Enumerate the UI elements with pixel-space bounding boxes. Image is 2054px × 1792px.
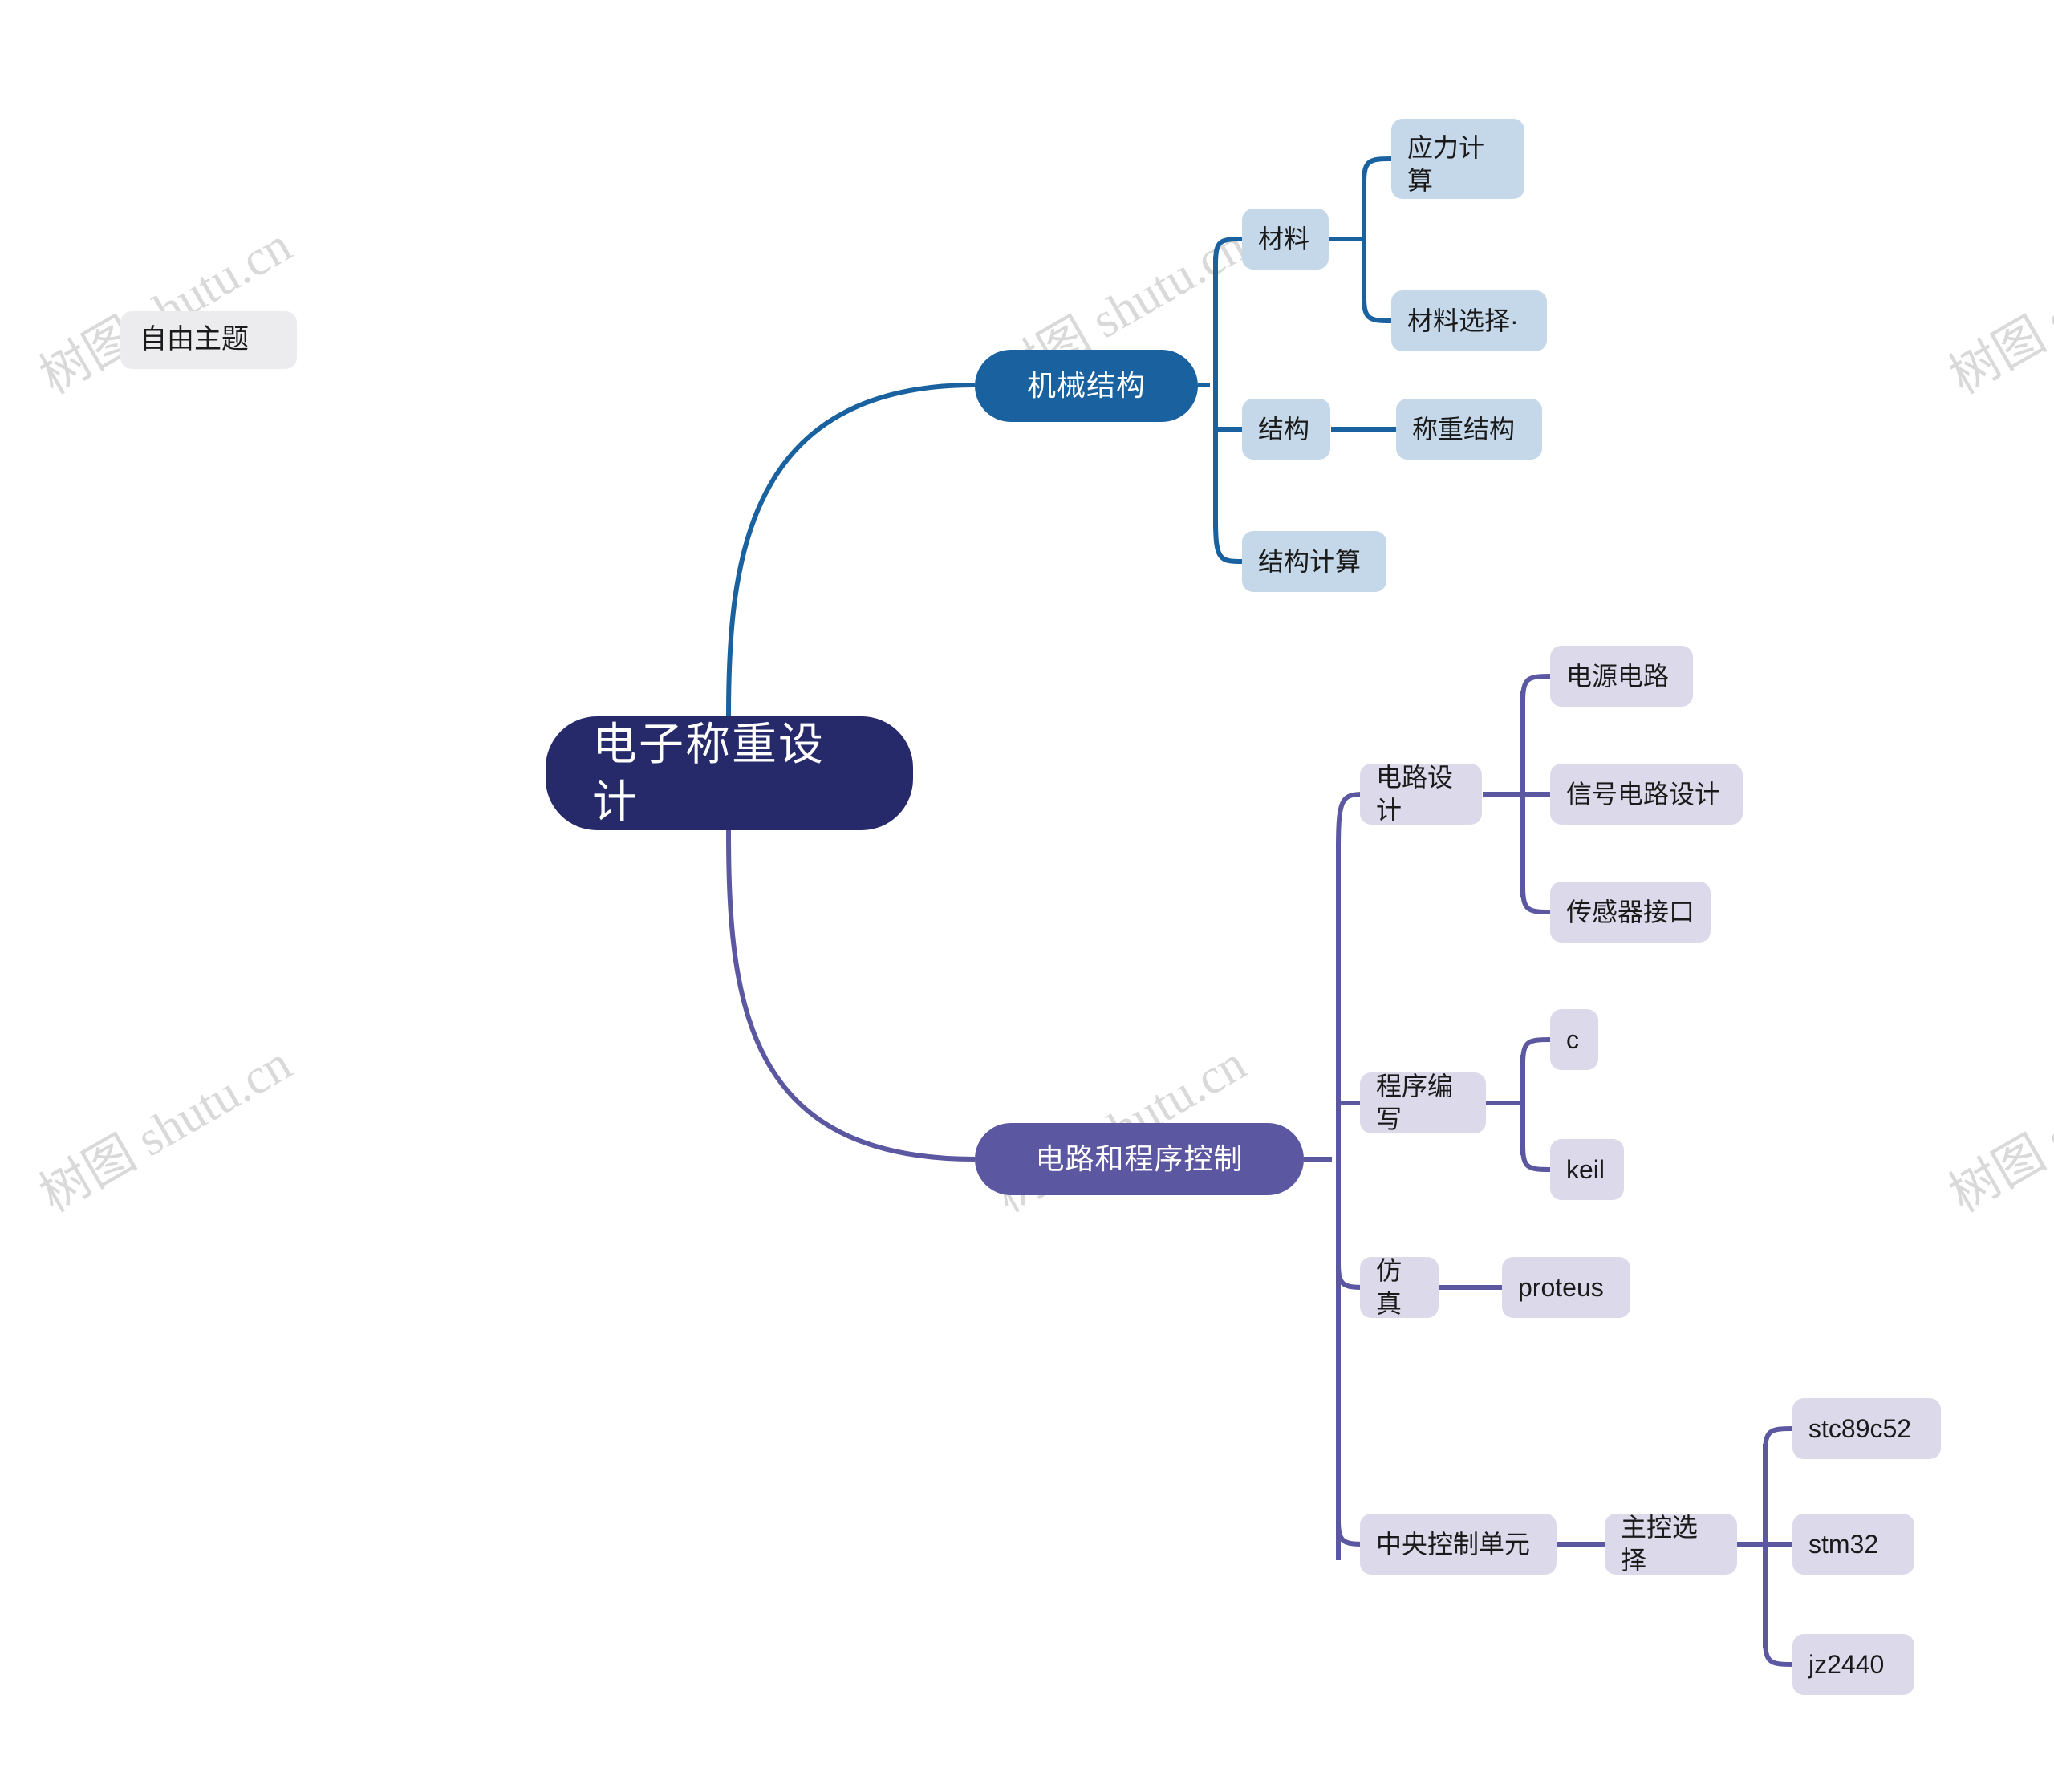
watermark-text: 树图 shutu.cn — [31, 1036, 301, 1223]
leaf-node-mcu-stc89c52[interactable]: stc89c52 — [1792, 1398, 1941, 1459]
watermark-text: 树图 shutu.cn — [1941, 217, 2054, 405]
leaf-node-circuit-design[interactable]: 电路设计 — [1360, 763, 1482, 825]
leaf-node-tool-keil[interactable]: keil — [1550, 1139, 1624, 1200]
leaf-node-power-circuit[interactable]: 电源电路 — [1550, 646, 1693, 707]
root-node[interactable]: 电子称重设计 — [546, 716, 913, 830]
link-material-materialselect — [1362, 296, 1392, 323]
leaf-node-stress-calc[interactable]: 应力计 算 — [1391, 119, 1524, 199]
watermark-text: 树图 shutu.cn — [31, 217, 301, 405]
link-programwriting-c — [1520, 1037, 1551, 1065]
free-topic-node[interactable]: 自由主题 — [120, 311, 297, 369]
leaf-node-structure-calc[interactable]: 结构计算 — [1242, 531, 1386, 592]
leaf-node-program-writing[interactable]: 程序编写 — [1360, 1072, 1486, 1133]
link-mechanical-material — [1213, 237, 1243, 266]
leaf-node-proteus[interactable]: proteus — [1502, 1257, 1630, 1318]
link-programwriting-keil — [1520, 1145, 1551, 1172]
leaf-node-structure[interactable]: 结构 — [1242, 399, 1330, 460]
connector-lines — [726, 156, 1793, 1667]
link-material-stresscalc — [1362, 156, 1392, 184]
link-mcusel-stc89c52 — [1763, 1426, 1793, 1454]
link-circuitdesign-power — [1520, 674, 1551, 703]
leaf-node-material-select[interactable]: 材料选择· — [1391, 290, 1547, 351]
leaf-node-mcu-stm32[interactable]: stm32 — [1792, 1514, 1914, 1575]
branch-node-mechanical[interactable]: 机械结构 — [975, 350, 1198, 422]
mindmap-canvas: 树图 shutu.cn 树图 shutu.cn 树图 shutu.cn 树图 s… — [0, 0, 2054, 1792]
link-mcusel-jz2440 — [1763, 1638, 1793, 1667]
link-root-mechanical — [726, 383, 976, 717]
leaf-node-signal-circuit-design[interactable]: 信号电路设计 — [1550, 764, 1743, 825]
leaf-node-weighing-structure[interactable]: 称重结构 — [1396, 399, 1542, 460]
leaf-node-central-control-unit[interactable]: 中央控制单元 — [1360, 1514, 1557, 1575]
leaf-node-mcu-jz2440[interactable]: jz2440 — [1792, 1634, 1914, 1695]
leaf-node-simulation[interactable]: 仿真 — [1360, 1256, 1439, 1318]
link-mechanical-structcalc — [1213, 519, 1243, 564]
watermark-text: 树图 shutu.cn — [1941, 1036, 2054, 1223]
leaf-node-sensor-interface[interactable]: 传感器接口 — [1550, 882, 1711, 943]
leaf-node-material[interactable]: 材料 — [1242, 209, 1329, 270]
watermark-layer: 树图 shutu.cn 树图 shutu.cn 树图 shutu.cn 树图 s… — [0, 0, 2054, 1792]
leaf-node-mcu-selection[interactable]: 主控选择 — [1605, 1513, 1737, 1575]
leaf-node-lang-c[interactable]: c — [1550, 1009, 1598, 1070]
link-circuitdesign-sensor — [1520, 886, 1551, 914]
branch-node-circuit-program[interactable]: 电路和程序控制 — [975, 1123, 1304, 1195]
link-root-circuit — [726, 829, 976, 1162]
